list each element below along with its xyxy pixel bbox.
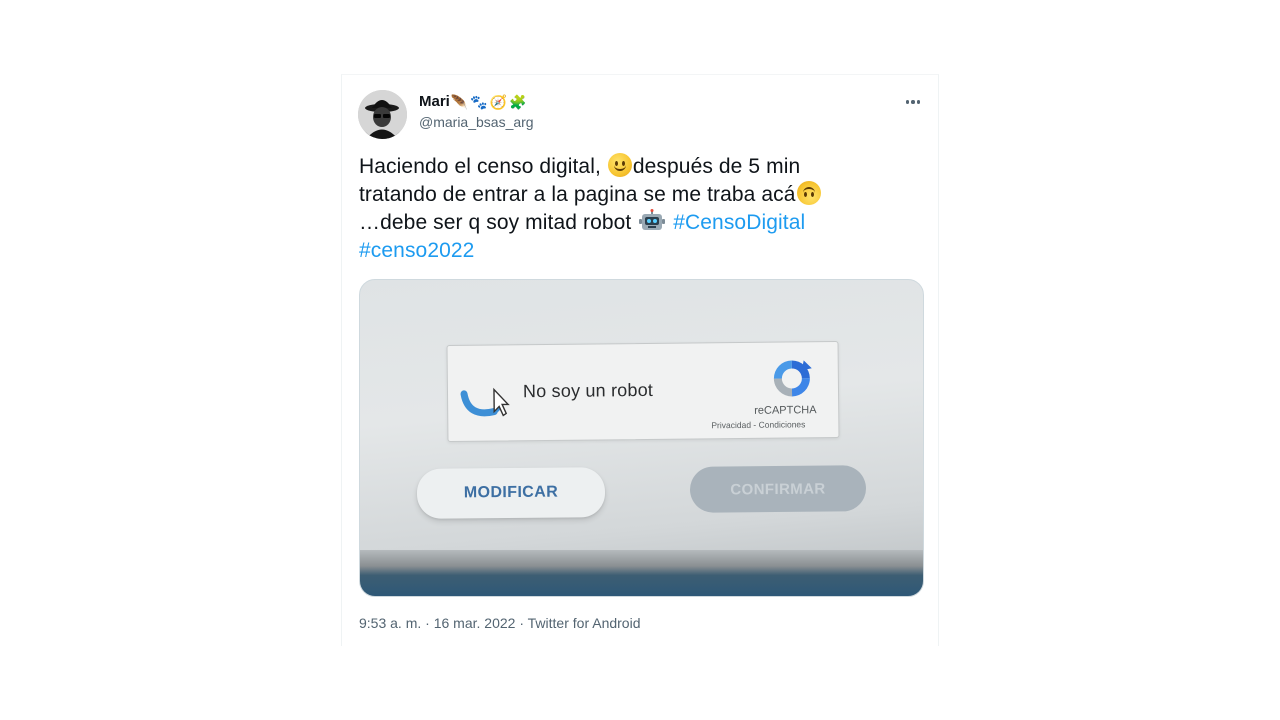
confirm-button: CONFIRMAR (689, 465, 867, 513)
upside-down-face-icon (796, 181, 821, 205)
recaptcha-brand: reCAPTCHA (754, 404, 817, 417)
paw-emoji-icon: 🐾 (470, 93, 488, 110)
more-dot-icon (911, 100, 915, 104)
hashtag-link[interactable]: #CensoDigital (673, 211, 805, 234)
tweet-text-part: después de 5 min (632, 155, 801, 178)
tweet-text-part: Haciendo el censo digital, (359, 155, 607, 178)
puzzle-emoji-icon: 🧩 (509, 93, 527, 110)
avatar-image (358, 90, 407, 139)
compass-emoji-icon: 🧭 (489, 93, 508, 110)
display-name[interactable]: Mari (419, 93, 450, 110)
tweet-text: Haciendo el censo digital, después de 5 … (359, 153, 919, 265)
captcha-label: No soy un robot (522, 379, 654, 402)
monitor-bezel (360, 550, 923, 596)
name-emojis: 🪶 🐾 🧭 🧩 (451, 94, 527, 110)
modify-button: MODIFICAR (416, 467, 606, 519)
user-block: Mari 🪶 🐾 🧭 🧩 @maria_bsas_arg (419, 93, 534, 130)
tweet-card: Mari 🪶 🐾 🧭 🧩 @maria_bsas_arg Haciendo el… (341, 74, 939, 646)
recaptcha-logo-icon (773, 360, 812, 397)
hashtag-link[interactable]: #censo2022 (359, 239, 474, 262)
tweet-text-part: tratando de entrar a la pagina se me tra… (359, 183, 796, 206)
slightly-smiling-face-icon (607, 153, 632, 177)
avatar[interactable] (358, 90, 407, 139)
recaptcha-links: Privacidad - Condiciones (711, 419, 806, 431)
tweet-date[interactable]: 16 mar. 2022 (434, 615, 516, 631)
meta-separator: · (519, 615, 525, 631)
tweet-time[interactable]: 9:53 a. m. (359, 615, 421, 631)
recaptcha-widget: No soy un robot reCAPTCHA Privacidad - C… (446, 340, 840, 443)
tweet-media-photo[interactable]: No soy un robot reCAPTCHA Privacidad - C… (359, 279, 924, 597)
more-options-button[interactable] (902, 95, 924, 109)
user-handle[interactable]: @maria_bsas_arg (419, 114, 534, 130)
tweet-meta: 9:53 a. m. · 16 mar. 2022 · Twitter for … (359, 615, 640, 631)
recaptcha-spinner-icon (460, 387, 510, 417)
tweet-source[interactable]: Twitter for Android (528, 615, 641, 631)
feather-emoji-icon: 🪶 (450, 93, 469, 110)
robot-face-icon (639, 209, 666, 230)
more-dot-icon (916, 100, 921, 104)
more-dot-icon (905, 100, 910, 104)
tweet-text-part: …debe ser q soy mitad robot (359, 211, 638, 234)
meta-separator: · (425, 615, 430, 631)
